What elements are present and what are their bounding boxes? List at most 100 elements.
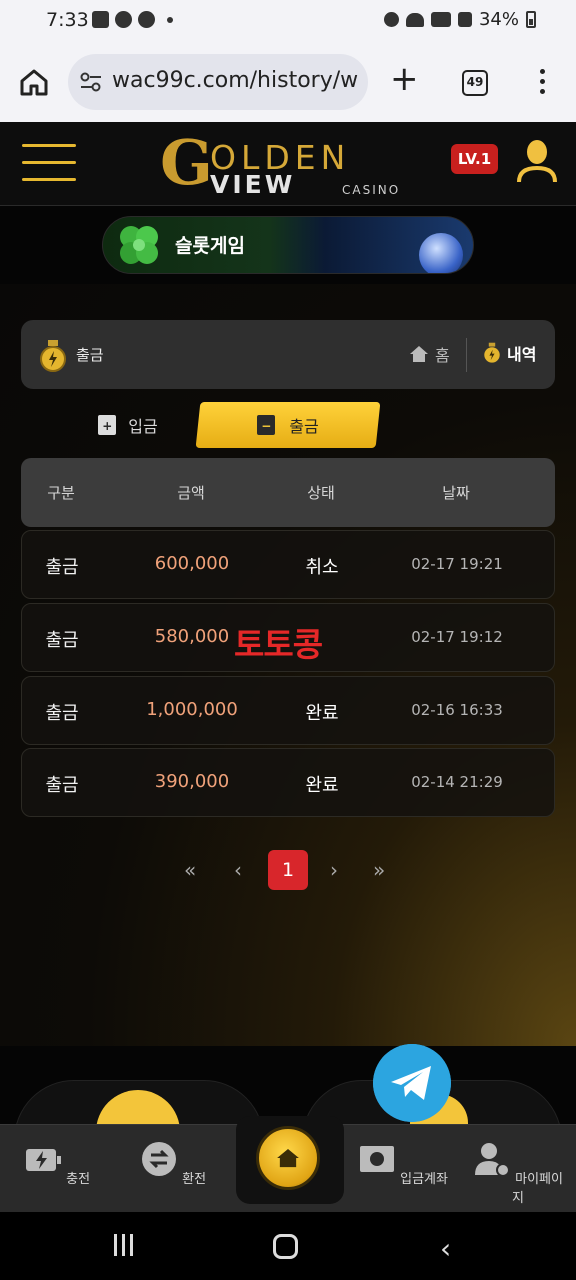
poker-chip-icon (419, 233, 463, 273)
site-settings-icon[interactable] (80, 72, 102, 92)
row-date: 02-17 19:12 (411, 628, 503, 646)
tab-mypage[interactable]: 마이페이지 (473, 1141, 563, 1206)
battery-percent: 34% (478, 9, 519, 30)
browser-home-icon[interactable] (18, 66, 50, 98)
tab-deposit-label: 입금 (128, 417, 158, 436)
browser-toolbar: wac99c.com/history/w + 49 (0, 42, 576, 122)
status-bar: 7:33 34% (0, 0, 576, 42)
url-text[interactable]: wac99c.com/history/w (112, 68, 358, 93)
logo-g: G (160, 126, 213, 199)
app-root: 7:33 34% wac99c.com/history/w + 49 G OLD… (0, 0, 576, 1280)
row-status: 완료 (305, 775, 339, 796)
row-date: 02-16 16:33 (411, 701, 503, 719)
document-minus-icon: − (257, 415, 276, 435)
next-page-button[interactable]: › (330, 858, 338, 882)
new-tab-button[interactable]: + (390, 62, 419, 96)
row-type: 출금 (45, 775, 79, 796)
exchange-arrows-icon (141, 1142, 176, 1176)
logo-view: VIEW (210, 170, 296, 199)
banner-label: 슬롯게임 (175, 235, 245, 257)
header-date: 날짜 (442, 484, 470, 502)
page-title: 출금 (76, 346, 104, 364)
tab-charge[interactable]: 충전 (12, 1141, 102, 1187)
row-amount: 1,000,000 (146, 699, 238, 720)
row-status: 완료 (305, 703, 339, 724)
status-time: 7:33 (46, 9, 89, 31)
row-type: 출금 (45, 630, 79, 651)
row-date: 02-17 19:21 (411, 555, 503, 573)
document-plus-icon: + (98, 415, 117, 435)
breadcrumb-history-label: 내역 (507, 345, 537, 364)
browser-menu-icon[interactable] (538, 69, 546, 97)
breadcrumb-history-link[interactable]: 내역 (483, 341, 536, 365)
row-status: 취소 (305, 557, 339, 578)
header-type: 구분 (47, 484, 75, 502)
current-page-button[interactable]: 1 (268, 850, 308, 890)
medal-icon (40, 340, 66, 372)
home-button-icon[interactable] (256, 1126, 320, 1190)
pagination: « ‹ 1 › » (0, 850, 576, 890)
level-badge[interactable]: LV.1 (451, 144, 498, 174)
recent-apps-icon[interactable] (114, 1234, 138, 1258)
breadcrumb-divider (466, 338, 467, 372)
tab-exchange[interactable]: 환전 (128, 1141, 218, 1187)
hd-voice-icon (430, 12, 451, 27)
medal-small-icon (484, 342, 500, 363)
hamburger-menu-icon[interactable] (22, 144, 76, 182)
slot-game-banner[interactable]: 슬롯게임 (102, 216, 474, 274)
game-banner-area: 슬롯게임 (0, 206, 576, 284)
table-row: 출금 390,000 완료 02-14 21:29 (21, 748, 555, 817)
breadcrumb-home-link[interactable]: 홈 (409, 342, 450, 366)
watermark-text: 토토콩 (234, 625, 323, 664)
tab-deposit[interactable]: + 입금 (58, 402, 198, 448)
site-header: G OLDEN VIEW CASINO LV.1 (0, 122, 576, 206)
home-icon (410, 346, 428, 362)
golden-view-logo[interactable]: G OLDEN VIEW CASINO (160, 126, 416, 200)
clover-icon (120, 226, 158, 264)
tab-exchange-label: 환전 (182, 1172, 207, 1187)
settings-icon (115, 11, 132, 28)
last-page-button[interactable]: » (373, 858, 385, 882)
prev-page-button[interactable]: ‹ (234, 858, 242, 882)
notification-icons (92, 11, 173, 28)
telegram-icon[interactable] (373, 1044, 451, 1122)
battery-icon (526, 11, 536, 28)
row-type: 출금 (45, 703, 79, 724)
tab-switcher-button[interactable]: 49 (462, 70, 488, 96)
row-amount: 600,000 (154, 553, 230, 574)
breadcrumb-home-label: 홈 (435, 346, 450, 365)
logo-casino: CASINO (342, 183, 401, 197)
table-header: 구분 금액 상태 날짜 (21, 458, 555, 527)
signal-icon (457, 12, 472, 27)
tab-withdraw[interactable]: − 출금 (195, 402, 381, 448)
table-row: 출금 1,000,000 완료 02-16 16:33 (21, 676, 555, 745)
alarm-icon (383, 12, 399, 27)
battery-charge-icon (25, 1149, 61, 1171)
tab-deposit-account[interactable]: 입금계좌 (358, 1141, 448, 1187)
status-right: 34% (383, 9, 536, 30)
first-page-button[interactable]: « (184, 858, 196, 882)
table-row: 출금 600,000 취소 02-17 19:21 (21, 530, 555, 599)
talk-icon (138, 11, 155, 28)
tab-deposit-account-label: 입금계좌 (400, 1172, 448, 1187)
user-profile-icon[interactable] (516, 138, 558, 184)
row-date: 02-14 21:29 (411, 773, 503, 791)
tab-mypage-label: 마이페이지 (512, 1172, 563, 1206)
nav-back-icon[interactable]: ‹ (440, 1232, 451, 1265)
more-notifications-icon (167, 16, 173, 23)
row-amount: 390,000 (154, 771, 230, 792)
main-content: 출금 홈 내역 + 입금 − 출금 구분 금액 상태 날짜 출금 600,000… (0, 284, 576, 1046)
nav-home-icon[interactable] (273, 1234, 298, 1259)
breadcrumb: 출금 홈 내역 (21, 320, 555, 389)
gallery-icon (92, 11, 109, 28)
wifi-icon (405, 12, 424, 27)
address-bar[interactable]: wac99c.com/history/w (68, 54, 368, 110)
android-nav-bar: ‹ (0, 1212, 576, 1280)
tab-charge-label: 충전 (66, 1172, 91, 1187)
header-status: 상태 (307, 484, 335, 502)
row-type: 출금 (45, 557, 79, 578)
user-settings-icon (475, 1143, 510, 1177)
cash-icon (360, 1146, 394, 1172)
header-amount: 금액 (177, 484, 205, 502)
tab-withdraw-label: 출금 (289, 417, 319, 436)
